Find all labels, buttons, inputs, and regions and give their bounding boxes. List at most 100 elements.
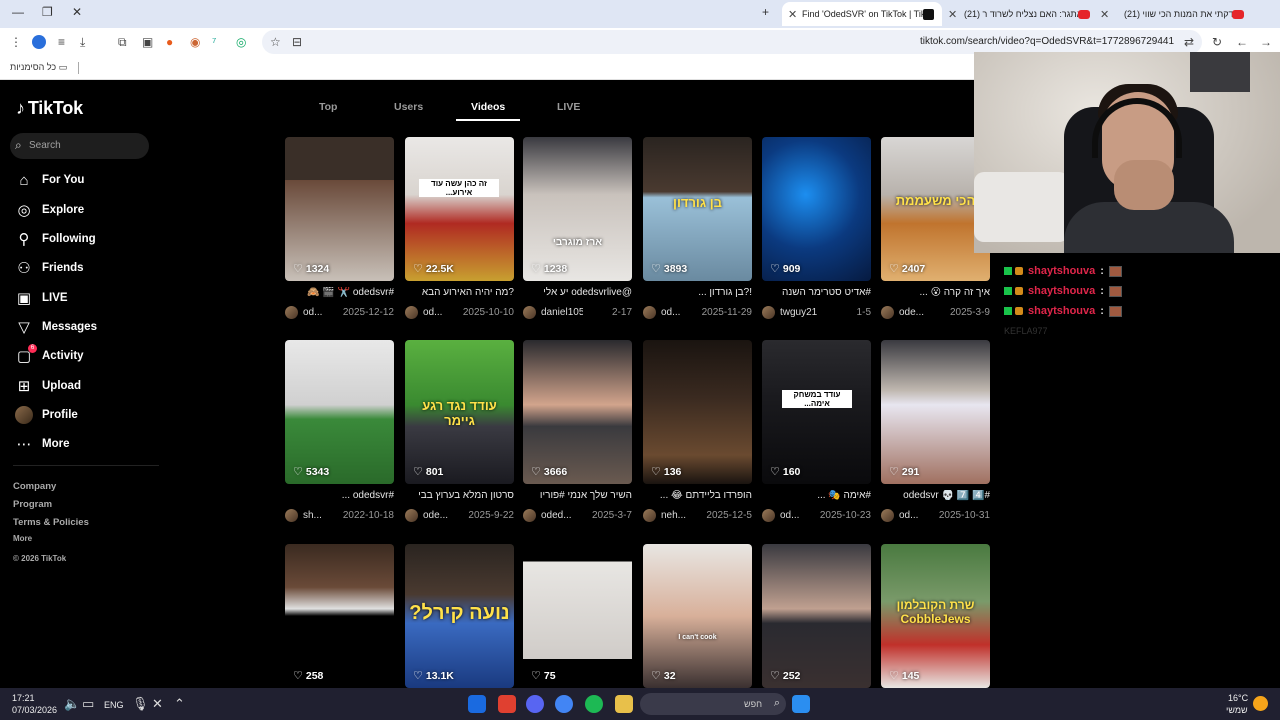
video-caption[interactable]: #אדיט סטרימר השנה (762, 287, 871, 301)
nav-messages[interactable]: ▽ Messages (15, 315, 97, 339)
footer-terms[interactable]: Terms & Policies (13, 517, 89, 528)
menu-dots-icon[interactable]: ⋮ (10, 34, 22, 50)
video-thumbnail[interactable] (762, 340, 871, 484)
video-thumbnail[interactable] (285, 137, 394, 281)
avatar[interactable] (285, 305, 298, 319)
language-indicator[interactable]: ENG (104, 700, 124, 710)
spotify-icon[interactable] (585, 695, 603, 713)
close-tab-icon[interactable]: ✕ (948, 8, 957, 21)
file-explorer-icon[interactable] (615, 695, 633, 713)
avatar[interactable] (405, 305, 418, 319)
avatar[interactable] (643, 305, 656, 319)
extension-icon[interactable]: ⁷ (212, 34, 216, 50)
nav-explore[interactable]: ◎ Explore (15, 198, 84, 222)
tab-live[interactable]: LIVE (557, 101, 580, 113)
task-view-icon[interactable] (468, 695, 486, 713)
avatar[interactable] (523, 508, 536, 522)
author-name[interactable]: od... (780, 510, 820, 521)
new-tab-button[interactable]: + (762, 5, 769, 19)
video-thumbnail[interactable] (762, 544, 871, 688)
tab-top[interactable]: Top (319, 101, 337, 113)
avatar[interactable] (762, 305, 775, 319)
address-bar[interactable]: ☆ ⊟ tiktok.com/search/video?q=OdedSVR&t=… (262, 30, 1202, 54)
nav-upload[interactable]: ⊞ Upload (15, 374, 81, 398)
tab-youtube-1[interactable]: ✕ (21) בדקתי את המנות הכי שווי (1098, 2, 1254, 26)
tune-icon[interactable]: ⊟ (292, 34, 302, 50)
author-name[interactable]: ode... (899, 307, 941, 318)
nav-profile[interactable]: Profile (15, 403, 78, 427)
volume-icon[interactable]: 🔈 (64, 696, 80, 712)
footer-program[interactable]: Program (13, 499, 52, 510)
video-caption[interactable]: #אימה 🎭 ... (762, 490, 871, 504)
forward-icon[interactable]: → (1260, 34, 1272, 50)
nav-activity[interactable]: ▢ 6 Activity (15, 344, 84, 368)
taskbar-search[interactable]: חפש ⌕ (640, 693, 786, 715)
author-name[interactable]: neh... (661, 510, 703, 521)
video-caption[interactable]: #odedsvr ... (285, 490, 394, 504)
footer-company[interactable]: Company (13, 481, 56, 492)
author-name[interactable]: od... (303, 307, 343, 318)
network-icon[interactable]: ▭ (82, 696, 94, 712)
weather-temp[interactable]: 16°C (1228, 693, 1248, 703)
tiktok-logo[interactable]: ♪ TikTok (16, 98, 83, 119)
reading-list-icon[interactable]: ≡ (58, 34, 65, 50)
close-tab-icon[interactable]: ✕ (1100, 8, 1109, 21)
close-window-icon[interactable]: ✕ (72, 5, 82, 19)
author-name[interactable]: daniel105... (541, 307, 583, 318)
author-name[interactable]: twguy21 (780, 307, 822, 318)
extensions-icon[interactable]: ⧉ (118, 34, 127, 50)
avatar[interactable] (405, 508, 418, 522)
tab-users[interactable]: Users (394, 101, 423, 113)
close-tab-icon[interactable]: ✕ (788, 8, 797, 21)
clock-time[interactable]: 17:21 (12, 693, 35, 703)
video-thumbnail[interactable] (523, 544, 632, 688)
video-thumbnail[interactable] (643, 340, 752, 484)
nav-friends[interactable]: ⚇ Friends (15, 256, 83, 280)
video-caption[interactable]: @odedsvrlive יע אלי (523, 287, 632, 301)
author-name[interactable]: od... (899, 510, 939, 521)
mute-icon[interactable]: ✕ (152, 696, 163, 712)
author-name[interactable]: oded... (541, 510, 583, 521)
start-icon[interactable] (792, 695, 810, 713)
video-caption[interactable]: הופרדו בליידתם 😂 ... (643, 490, 752, 504)
video-caption[interactable]: ?מה יהיה האירוע הבא (405, 287, 514, 301)
video-thumbnail[interactable] (762, 137, 871, 281)
site-settings-icon[interactable]: ⇄ (1184, 34, 1194, 50)
author-name[interactable]: sh... (303, 510, 343, 521)
chrome-icon[interactable] (555, 695, 573, 713)
author-name[interactable]: od... (423, 307, 463, 318)
video-thumbnail[interactable] (523, 340, 632, 484)
video-caption[interactable]: !?בן גורדון ... (643, 287, 752, 301)
profile-icon[interactable] (32, 35, 46, 49)
video-caption[interactable]: איך זה קרה 😮 ... (881, 287, 990, 301)
extension-icon[interactable]: ● (166, 34, 173, 50)
avatar[interactable] (523, 305, 536, 319)
avatar[interactable] (762, 508, 775, 522)
video-thumbnail[interactable] (643, 544, 752, 688)
tab-youtube-2[interactable]: ✕ (21) אתגר: האם נצליח לשרוד ר (944, 2, 1096, 26)
video-caption[interactable]: השיר שלך אנמי #פוריו (523, 490, 632, 504)
author-name[interactable]: od... (661, 307, 702, 318)
nav-following[interactable]: ⚲ Following (15, 227, 96, 251)
tab-tiktok[interactable]: ✕ Find 'OdedSVR' on TikTok | TikT (782, 2, 942, 26)
nav-for-you[interactable]: ⌂ For You (15, 168, 84, 192)
avatar[interactable] (881, 508, 894, 522)
reload-icon[interactable]: ↻ (1212, 34, 1222, 50)
app-icon[interactable] (498, 695, 516, 713)
nav-live[interactable]: ▣ LIVE (15, 286, 68, 310)
clock-date[interactable]: 07/03/2026 (12, 705, 57, 715)
video-thumbnail[interactable] (285, 544, 394, 688)
video-caption[interactable]: #odedsvr ✂️ 🎬 🙈 (285, 287, 394, 301)
avatar[interactable] (881, 305, 894, 319)
minimize-icon[interactable]: — (12, 5, 24, 19)
author-name[interactable]: ode... (423, 510, 465, 521)
video-thumbnail[interactable] (881, 340, 990, 484)
restore-icon[interactable]: ❐ (42, 5, 53, 19)
video-thumbnail[interactable] (523, 137, 632, 281)
video-caption[interactable]: סרטון המלא בערוץ בבי (405, 490, 514, 504)
star-icon[interactable]: ☆ (270, 34, 281, 50)
footer-more[interactable]: More (13, 534, 32, 543)
video-thumbnail[interactable] (405, 137, 514, 281)
back-icon[interactable]: ← (1236, 34, 1248, 50)
all-bookmarks-folder[interactable]: כל הסימניות ▭ (10, 62, 67, 73)
